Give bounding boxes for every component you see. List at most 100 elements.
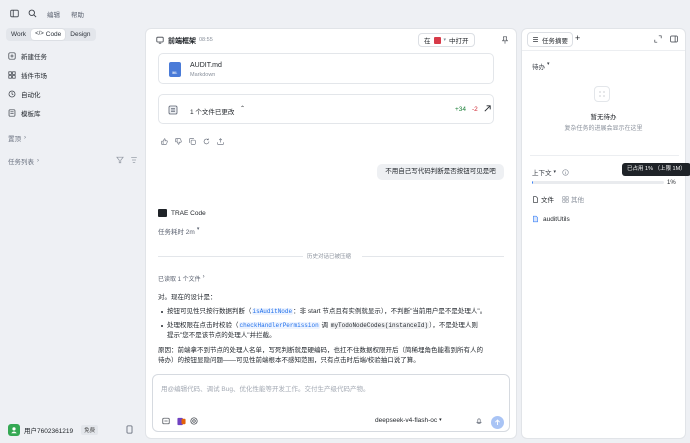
todo-label: 待办 — [532, 64, 545, 71]
new-task-icon — [8, 52, 16, 60]
sidebar-item-automation[interactable]: 自动化 — [8, 88, 41, 100]
context-section[interactable]: 上下文 ▾ — [532, 167, 569, 177]
template-library-icon — [8, 109, 16, 117]
document-icon — [532, 195, 539, 203]
panel-toggle-icon[interactable] — [670, 35, 678, 43]
sort-icon[interactable] — [130, 156, 138, 164]
at-mention-icon[interactable] — [190, 417, 198, 425]
media-icon[interactable] — [177, 417, 186, 426]
file-list-item-label: auditUtils — [543, 215, 570, 223]
divider — [362, 256, 504, 257]
timestamp: 08:55 — [199, 36, 213, 43]
code-brackets-icon: </> — [35, 31, 44, 37]
compressed-note: 历史对话已被压缩 — [307, 254, 352, 260]
inline-code: checkHandlerPermission — [238, 322, 320, 329]
markdown-file-icon: M↓ — [169, 62, 181, 77]
task-duration[interactable]: 任务耗时 2m ▾ — [158, 226, 199, 236]
chevron-right-icon: › — [24, 135, 26, 141]
answer-intro: 对。现在的设计是： — [158, 294, 217, 301]
open-diff-icon[interactable] — [483, 104, 492, 113]
file-name: AUDIT.md — [190, 62, 222, 69]
answer-reason: 原因：前端拿不到节点的处理人名单，写死判断就是硬编码，也扛不住数据权限开后（简稀… — [158, 347, 483, 364]
read-files-note[interactable]: 已读取 1 个文件 › — [158, 274, 205, 283]
file-card[interactable]: M↓ AUDIT.md Markdown — [158, 53, 494, 84]
expand-icon[interactable]: ⌃ — [240, 105, 245, 112]
mode-switcher: Work </> Code Design — [6, 28, 96, 41]
sidebar-item-plugin-market[interactable]: 插件市场 — [8, 69, 47, 81]
context-percent: 1% — [667, 180, 676, 186]
arrow-up-icon — [495, 419, 500, 425]
tab-files[interactable]: 文件 — [532, 194, 554, 204]
thumbs-up-icon[interactable] — [161, 138, 168, 145]
open-in-prefix: 在 — [424, 38, 431, 45]
tab-task-summary[interactable]: 任务摘要 — [527, 32, 573, 47]
copy-icon[interactable] — [189, 138, 196, 145]
chevron-right-icon: › — [37, 158, 39, 164]
filter-icon[interactable] — [116, 156, 124, 164]
mode-design[interactable]: Design — [66, 29, 94, 40]
context-progress-bar — [532, 181, 664, 184]
user-bar[interactable]: 用户7602361219 免费 — [8, 424, 99, 436]
sidebar-item-template-library[interactable]: 模板库 — [8, 107, 41, 119]
attach-icon[interactable] — [162, 417, 170, 425]
model-selector[interactable]: deepseek-v4-flash-oc ▾ — [375, 417, 442, 424]
user-message: 不用自己写代码判断是否按钮可见是吧 — [377, 164, 504, 180]
mode-work[interactable]: Work — [7, 29, 30, 40]
tab-files-label: 文件 — [541, 197, 554, 204]
file-list-item[interactable]: auditUtils — [532, 215, 570, 223]
chevron-down-icon: ▾ — [553, 169, 557, 175]
agent-header: TRAE Code — [158, 209, 206, 217]
automation-icon — [8, 90, 16, 98]
lines-removed: -2 — [472, 106, 478, 113]
chat-input-placeholder: 用@编辑代码、调试 Bug、优化性能等开发工作。交付生产级代码产物。 — [161, 386, 370, 393]
chat-input[interactable]: 用@编辑代码、调试 Bug、优化性能等开发工作。交付生产级代码产物。 deeps… — [152, 374, 510, 432]
todo-section[interactable]: 待办 ▾ — [532, 61, 550, 71]
share-icon[interactable] — [217, 138, 224, 145]
trae-logo-icon — [158, 209, 167, 217]
sidebar: 编辑 帮助 Work </> Code Design 新建任务 插件市场 自动化… — [0, 0, 145, 443]
menu-help[interactable]: 帮助 — [71, 9, 84, 19]
task-list-section[interactable]: 任务列表 › — [8, 156, 39, 166]
file-type: Markdown — [190, 72, 216, 78]
avatar — [8, 424, 20, 436]
user-name: 用户7602361219 — [24, 428, 74, 435]
mode-code[interactable]: </> Code — [31, 29, 66, 40]
sidebar-item-label: 自动化 — [21, 92, 41, 99]
title-bar: 编辑 帮助 — [0, 0, 145, 26]
changes-card[interactable]: 1 个文件已更改 ⌃ +34 -2 — [158, 94, 494, 124]
inline-code: myTodoNodeCodes(instanceId) — [329, 322, 430, 329]
maximize-icon[interactable] — [654, 35, 662, 43]
context-usage-tooltip: 已占用 1% （上限 1M） — [622, 163, 690, 176]
conversation-header: 前端框架 08:55 在 ▾ 中打开 — [146, 29, 516, 51]
app-icon — [433, 36, 441, 44]
context-label: 上下文 — [532, 170, 552, 177]
conversation-panel: 前端框架 08:55 在 ▾ 中打开 M↓ AUDIT.md Markdown … — [145, 28, 517, 439]
refresh-icon[interactable] — [203, 138, 210, 145]
empty-todo-desc: 复杂任务的进展会显示在这里 — [564, 126, 643, 132]
chevron-down-icon: ▾ — [439, 417, 442, 423]
lines-added: +34 — [455, 106, 467, 113]
device-icon[interactable] — [125, 425, 134, 434]
sidebar-item-label: 模板库 — [21, 111, 41, 118]
pin-icon[interactable] — [501, 36, 509, 44]
search-icon[interactable] — [28, 9, 37, 18]
task-summary-panel: 任务摘要 + 待办 ▾ 暂无待办 复杂任务的进展会显示在这里 上下文 ▾ 已占用… — [521, 28, 690, 439]
mode-code-label: Code — [45, 31, 62, 38]
agent-name: TRAE Code — [171, 209, 206, 217]
open-in-button[interactable]: 在 ▾ 中打开 — [418, 33, 475, 47]
changes-label: 1 个文件已更改 — [190, 109, 235, 116]
menu-edit[interactable]: 编辑 — [47, 9, 60, 19]
chevron-down-icon: ▾ — [196, 226, 200, 232]
message-actions — [161, 138, 224, 145]
thumbs-down-icon[interactable] — [175, 138, 182, 145]
pinned-section[interactable]: 置顶 › — [8, 133, 26, 143]
read-files-label: 已读取 1 个文件 — [158, 277, 201, 283]
add-tab-icon[interactable]: + — [575, 33, 580, 43]
info-icon[interactable] — [562, 168, 569, 176]
sidebar-toggle-icon[interactable] — [10, 9, 19, 18]
microphone-icon[interactable] — [475, 418, 483, 426]
chevron-right-icon: › — [202, 274, 205, 280]
sidebar-item-new-task[interactable]: 新建任务 — [8, 50, 47, 62]
send-button[interactable] — [491, 416, 504, 429]
tab-other[interactable]: 其他 — [562, 194, 584, 204]
